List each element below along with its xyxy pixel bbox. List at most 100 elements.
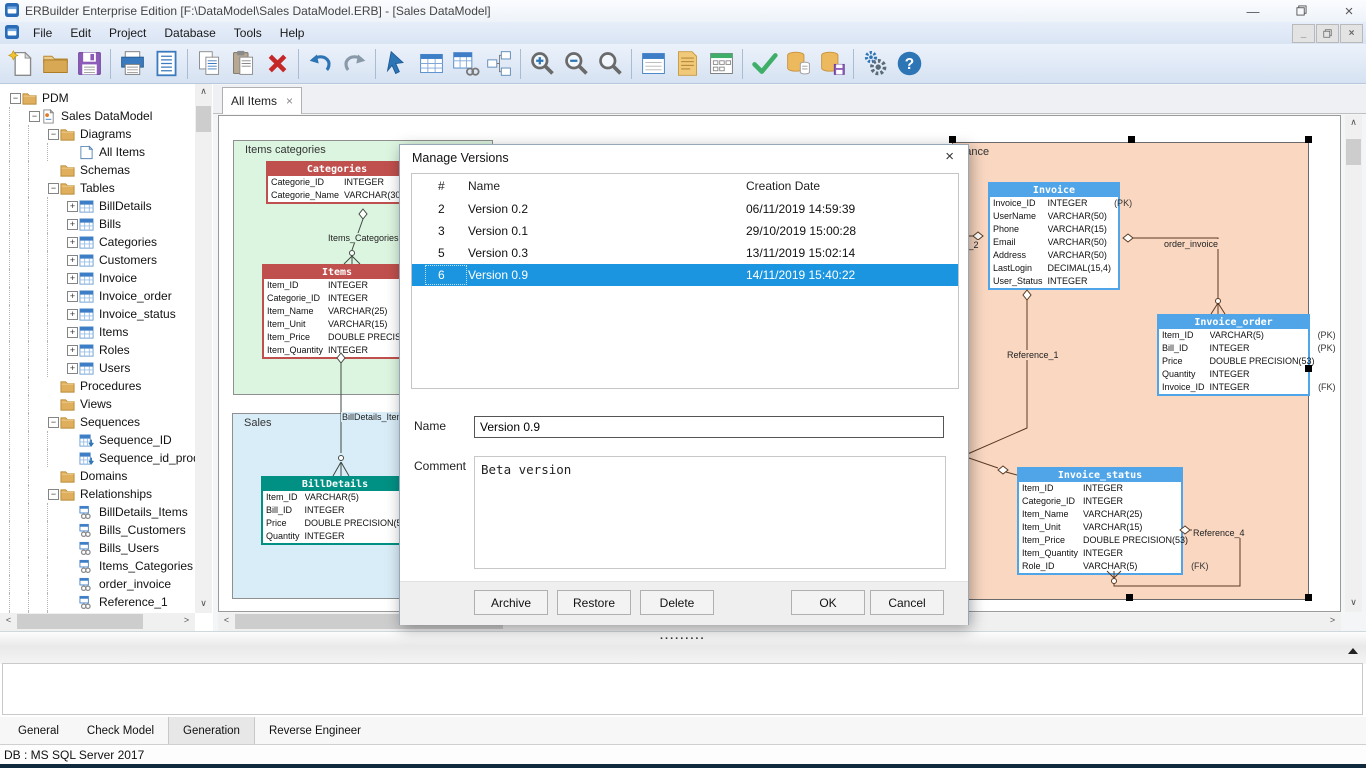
- table-relations-icon[interactable]: [448, 47, 482, 81]
- expand-icon[interactable]: +: [66, 359, 79, 377]
- zoom-out-icon[interactable]: [559, 47, 593, 81]
- tree-item-items-categories[interactable]: Items_Categories: [0, 557, 195, 575]
- zoom-icon[interactable]: [593, 47, 627, 81]
- splitter-collapse-icon[interactable]: [1348, 648, 1358, 654]
- entity-billdetails[interactable]: BillDetailsItem_IDVARCHAR(5)(PK)Bill_IDI…: [261, 476, 409, 545]
- expand-icon[interactable]: +: [66, 197, 79, 215]
- tree-item-billdetails-items[interactable]: BillDetails_Items: [0, 503, 195, 521]
- tree-item-invoice[interactable]: +Invoice: [0, 269, 195, 287]
- help-icon[interactable]: ?: [892, 47, 926, 81]
- mdi-minimize-icon[interactable]: _: [1292, 24, 1315, 43]
- selection-handle[interactable]: [1305, 136, 1312, 143]
- menu-item-file[interactable]: File: [24, 24, 61, 42]
- delete-button[interactable]: Delete: [640, 590, 714, 615]
- entity-items[interactable]: ItemsItem_IDINTEGERCategorie_IDINTEGERIt…: [262, 264, 412, 359]
- cancel-button[interactable]: Cancel: [870, 590, 944, 615]
- tree-item-tables[interactable]: −Tables: [0, 179, 195, 197]
- entity-invoice_status[interactable]: Invoice_statusItem_IDINTEGERCategorie_ID…: [1017, 467, 1183, 575]
- entity-categories[interactable]: CategoriesCategorie_IDINTEGER(PK)Categor…: [266, 161, 408, 204]
- scrollbar-thumb[interactable]: [1346, 139, 1361, 165]
- version-row-6[interactable]: 6Version 0.914/11/2019 15:40:22: [412, 264, 958, 286]
- menu-item-database[interactable]: Database: [155, 24, 224, 42]
- form-editor-icon[interactable]: [704, 47, 738, 81]
- report-icon[interactable]: [149, 47, 183, 81]
- entity-invoice_order[interactable]: Invoice_orderItem_IDVARCHAR(5)(PK)Bill_I…: [1157, 314, 1310, 396]
- delete-icon[interactable]: [260, 47, 294, 81]
- tab-close-icon[interactable]: ×: [286, 94, 293, 108]
- menu-item-edit[interactable]: Edit: [61, 24, 100, 42]
- scroll-left-icon[interactable]: <: [218, 613, 235, 630]
- tree-item-sequence-id-products[interactable]: Sequence_id_products: [0, 449, 195, 467]
- ok-button[interactable]: OK: [791, 590, 865, 615]
- copy-icon[interactable]: [192, 47, 226, 81]
- menu-item-tools[interactable]: Tools: [225, 24, 271, 42]
- collapse-icon[interactable]: −: [47, 125, 60, 143]
- archive-button[interactable]: Archive: [474, 590, 548, 615]
- settings-icon[interactable]: [858, 47, 892, 81]
- scroll-down-icon[interactable]: ∨: [195, 596, 212, 613]
- expand-icon[interactable]: +: [66, 341, 79, 359]
- tree-item-categories[interactable]: +Categories: [0, 233, 195, 251]
- selection-handle[interactable]: [1126, 594, 1133, 601]
- tree-item-sequence-id[interactable]: Sequence_ID: [0, 431, 195, 449]
- expand-icon[interactable]: +: [66, 233, 79, 251]
- script-doc-icon[interactable]: [670, 47, 704, 81]
- tree-item-invoice-status[interactable]: +Invoice_status: [0, 305, 195, 323]
- print-icon[interactable]: [115, 47, 149, 81]
- collapse-icon[interactable]: −: [47, 485, 60, 503]
- new-file-icon[interactable]: [4, 47, 38, 81]
- version-row-5[interactable]: 5Version 0.313/11/2019 15:02:14: [412, 242, 958, 264]
- table-icon[interactable]: [414, 47, 448, 81]
- collapse-icon[interactable]: −: [28, 107, 41, 125]
- version-row-2[interactable]: 2Version 0.206/11/2019 14:59:39: [412, 198, 958, 220]
- tree-item-procedures[interactable]: Procedures: [0, 377, 195, 395]
- tree-item-views[interactable]: Views: [0, 395, 195, 413]
- comment-textarea[interactable]: Beta version: [474, 456, 946, 569]
- expand-icon[interactable]: +: [66, 251, 79, 269]
- tree-item-sales-datamodel[interactable]: −Sales DataModel: [0, 107, 195, 125]
- tree-horizontal-scrollbar[interactable]: < >: [0, 613, 195, 631]
- dialog-close-icon[interactable]: ×: [941, 148, 958, 165]
- scroll-left-icon[interactable]: <: [0, 613, 17, 630]
- scroll-right-icon[interactable]: >: [178, 613, 195, 630]
- selection-handle[interactable]: [949, 136, 956, 143]
- zoom-in-icon[interactable]: [525, 47, 559, 81]
- selection-handle[interactable]: [1128, 136, 1135, 143]
- minimize-icon[interactable]: —: [1244, 4, 1262, 19]
- window-icon[interactable]: [636, 47, 670, 81]
- tree-item-bills-customers[interactable]: Bills_Customers: [0, 521, 195, 539]
- tree-item-relationships[interactable]: −Relationships: [0, 485, 195, 503]
- tree-item-users[interactable]: +Users: [0, 359, 195, 377]
- redo-icon[interactable]: [337, 47, 371, 81]
- selection-handle[interactable]: [1305, 594, 1312, 601]
- tree-item-schemas[interactable]: Schemas: [0, 161, 195, 179]
- bottom-tab-general[interactable]: General: [4, 717, 73, 744]
- collapse-icon[interactable]: −: [9, 89, 22, 107]
- tree-item-bills[interactable]: +Bills: [0, 215, 195, 233]
- scroll-right-icon[interactable]: >: [1324, 613, 1341, 630]
- close-icon[interactable]: ×: [1340, 3, 1358, 20]
- relationship-label-order-invoice[interactable]: order_invoice: [1163, 239, 1219, 249]
- tree-item-bills-users[interactable]: Bills_Users: [0, 539, 195, 557]
- undo-icon[interactable]: [303, 47, 337, 81]
- version-row-3[interactable]: 3Version 0.129/10/2019 15:00:28: [412, 220, 958, 242]
- restore-icon[interactable]: [1292, 4, 1310, 19]
- save-icon[interactable]: [72, 47, 106, 81]
- relationship-label-reference-1[interactable]: Reference_1: [1006, 350, 1060, 360]
- tree-item-domains[interactable]: Domains: [0, 467, 195, 485]
- version-name-input[interactable]: [474, 416, 944, 438]
- splitter-grip[interactable]: .........: [660, 630, 706, 642]
- tree-vertical-scrollbar[interactable]: ∧ ∨: [195, 84, 212, 613]
- scroll-down-icon[interactable]: ∨: [1345, 595, 1362, 612]
- tree-item-invoice-order[interactable]: +Invoice_order: [0, 287, 195, 305]
- horizontal-splitter[interactable]: .........: [0, 631, 1366, 664]
- db-script-icon[interactable]: [781, 47, 815, 81]
- scrollbar-thumb[interactable]: [196, 106, 211, 132]
- restore-button[interactable]: Restore: [557, 590, 631, 615]
- menu-item-help[interactable]: Help: [271, 24, 314, 42]
- paste-icon[interactable]: [226, 47, 260, 81]
- tab-all-items[interactable]: All Items ×: [222, 87, 302, 114]
- tree-item-diagrams[interactable]: −Diagrams: [0, 125, 195, 143]
- bottom-tab-check-model[interactable]: Check Model: [73, 717, 168, 744]
- collapse-icon[interactable]: −: [47, 413, 60, 431]
